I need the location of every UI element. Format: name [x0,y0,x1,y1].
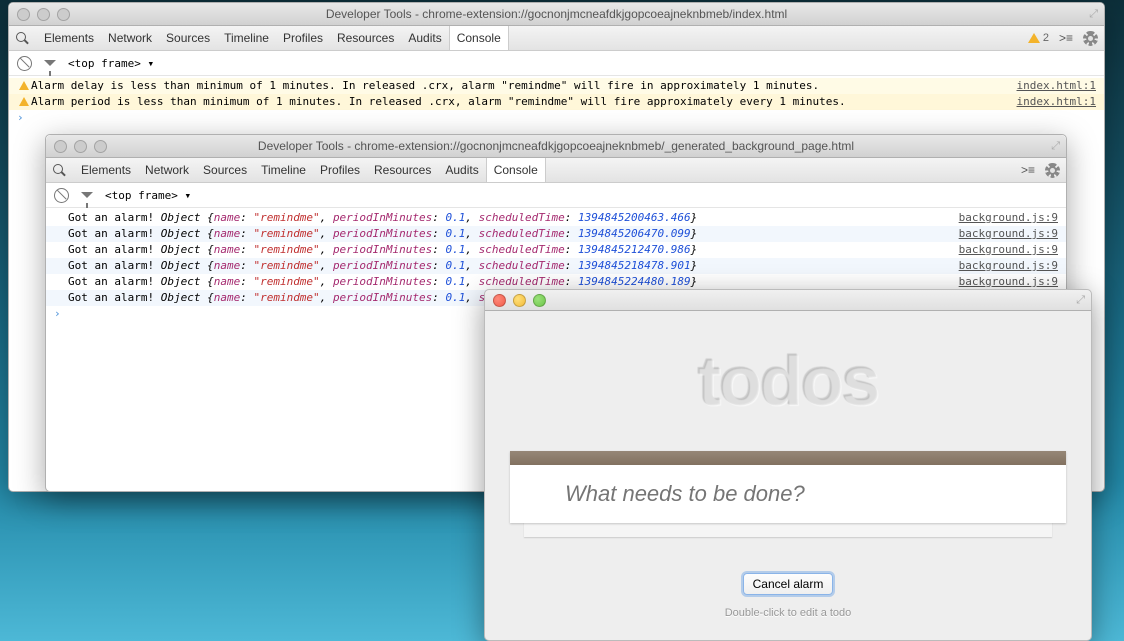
console-message: Got an alarm! Object {name: "remindme", … [68,226,951,242]
source-link[interactable]: background.js:9 [959,226,1058,242]
console-toolbar: <top frame> ▾ [9,51,1104,76]
clear-console-icon[interactable] [17,56,32,71]
close-dot[interactable] [493,294,506,307]
tab-elements[interactable]: Elements [37,26,101,50]
gear-icon[interactable] [1083,31,1098,46]
titlebar[interactable]: Developer Tools - chrome-extension://goc… [9,3,1104,26]
console-row-log: Got an alarm! Object {name: "remindme", … [46,258,1066,274]
console-message: Alarm delay is less than minimum of 1 mi… [31,78,1009,94]
console-row-log: Got an alarm! Object {name: "remindme", … [46,242,1066,258]
source-link[interactable]: background.js:9 [959,274,1058,290]
console-message: Got an alarm! Object {name: "remindme", … [68,274,951,290]
filter-icon[interactable] [44,60,56,66]
zoom-dot[interactable] [533,294,546,307]
console-row-warning: Alarm delay is less than minimum of 1 mi… [9,78,1104,94]
source-link[interactable]: background.js:9 [959,258,1058,274]
console-row-log: Got an alarm! Object {name: "remindme", … [46,274,1066,290]
expand-icon[interactable]: ⤢ [1076,294,1085,307]
devtools-panel-tabs: Elements Network Sources Timeline Profil… [9,26,1104,51]
clear-console-icon[interactable] [54,188,69,203]
console-prompt[interactable]: › [9,110,1104,126]
tab-resources[interactable]: Resources [330,26,401,50]
tab-console[interactable]: Console [486,158,546,182]
console-message: Got an alarm! Object {name: "remindme", … [68,210,951,226]
console-row-log: Got an alarm! Object {name: "remindme", … [46,210,1066,226]
source-link[interactable]: index.html:1 [1017,78,1096,94]
warning-icon [19,97,29,106]
console-row-log: Got an alarm! Object {name: "remindme", … [46,226,1066,242]
warning-icon [19,81,29,90]
expand-icon[interactable]: ⤢ [1089,8,1098,21]
tab-audits[interactable]: Audits [401,26,448,50]
titlebar[interactable]: ⤢ [485,290,1091,311]
window-title: Developer Tools - chrome-extension://goc… [46,139,1066,153]
search-icon[interactable] [15,31,29,45]
tab-resources[interactable]: Resources [367,158,438,182]
source-link[interactable]: background.js:9 [959,242,1058,258]
tab-timeline[interactable]: Timeline [217,26,276,50]
tab-profiles[interactable]: Profiles [313,158,367,182]
console-toolbar: <top frame> ▾ [46,183,1066,208]
titlebar[interactable]: Developer Tools - chrome-extension://goc… [46,135,1066,158]
console-row-warning: Alarm period is less than minimum of 1 m… [9,94,1104,110]
filter-icon[interactable] [81,192,93,198]
expand-icon[interactable]: ⤢ [1051,140,1060,153]
gear-icon[interactable] [1045,163,1060,178]
cancel-alarm-button[interactable]: Cancel alarm [743,573,834,595]
source-link[interactable]: index.html:1 [1017,94,1096,110]
new-todo-input[interactable] [510,465,1066,523]
window-title: Developer Tools - chrome-extension://goc… [9,7,1104,21]
tab-audits[interactable]: Audits [438,158,485,182]
minimize-dot[interactable] [513,294,526,307]
tab-sources[interactable]: Sources [159,26,217,50]
console-message: Got an alarm! Object {name: "remindme", … [68,242,951,258]
drawer-toggle-icon[interactable]: >≡ [1059,31,1073,45]
tab-network[interactable]: Network [138,158,196,182]
warning-badge[interactable]: 2 [1028,32,1049,44]
devtools-panel-tabs: Elements Network Sources Timeline Profil… [46,158,1066,183]
card-header-bar [510,451,1066,465]
frame-selector[interactable]: <top frame> ▾ [68,57,154,70]
source-link[interactable]: background.js:9 [959,210,1058,226]
drawer-toggle-icon[interactable]: >≡ [1021,163,1035,177]
warning-icon [1028,33,1040,43]
todos-window: ⤢ todos Cancel alarm Double-click to edi… [484,289,1092,641]
tab-network[interactable]: Network [101,26,159,50]
console-output: Alarm delay is less than minimum of 1 mi… [9,76,1104,128]
console-message: Got an alarm! Object {name: "remindme", … [68,258,951,274]
tab-timeline[interactable]: Timeline [254,158,313,182]
app-heading: todos [485,341,1091,421]
search-icon[interactable] [52,163,66,177]
tab-elements[interactable]: Elements [74,158,138,182]
todo-card [510,451,1066,523]
tab-sources[interactable]: Sources [196,158,254,182]
traffic-lights [493,294,546,307]
tab-profiles[interactable]: Profiles [276,26,330,50]
console-message: Alarm period is less than minimum of 1 m… [31,94,1009,110]
tab-console[interactable]: Console [449,26,509,50]
frame-selector[interactable]: <top frame> ▾ [105,189,191,202]
footnote: Double-click to edit a todo [485,607,1091,619]
